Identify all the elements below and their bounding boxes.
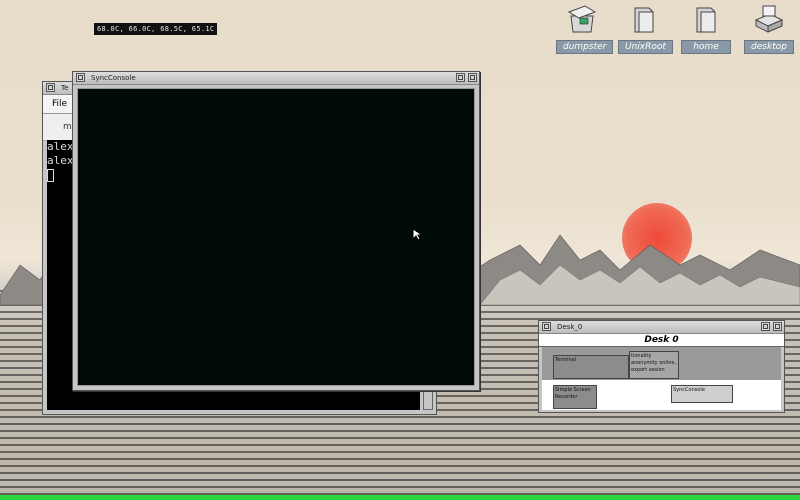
window-menu-button[interactable] [46,83,55,92]
temperature-readout: 68.0C, 66.0C, 68.5C, 65.1C [94,23,218,35]
window-menu-button[interactable] [76,73,85,82]
terminal-title: Te [61,84,69,92]
desktop-icon-label: home [681,40,731,54]
maximize-button[interactable] [773,322,782,331]
taskbar-strip [0,495,800,500]
syncconsole-titlebar[interactable]: SyncConsole [73,72,479,85]
desk-name: Desk 0 [539,334,784,347]
terminal-scrollbar[interactable] [423,390,433,410]
folder-icon [696,7,716,33]
window-menu-button[interactable] [542,322,551,331]
desktop-icon-label: UnixRoot [618,40,673,54]
desk-pager[interactable]: Desk_0 Desk 0 Terminal tionality anonymi… [538,320,785,413]
menu-file[interactable]: File [52,99,67,109]
desktop-icon [754,5,784,33]
minimize-button[interactable] [761,322,770,331]
minimize-button[interactable] [456,73,465,82]
desktop-icon-home[interactable]: home [680,4,732,54]
desktop-icon-unixroot[interactable]: UnixRoot [618,4,673,54]
terminal-cursor [47,168,54,182]
pager-window-browser[interactable]: tionality anonymity online, export sesio… [629,351,679,379]
maximize-button[interactable] [468,73,477,82]
pager-window-recorder[interactable]: Simple Screen Recorder [553,385,597,409]
folder-icon [634,7,654,33]
pager-title: Desk_0 [557,323,583,331]
pager-window-syncconsole[interactable]: SyncConsole [671,385,733,403]
desktop-icon-label: desktop [744,40,794,54]
pager-titlebar[interactable]: Desk_0 [539,321,784,334]
mouse-pointer-icon [412,228,424,241]
desktop-icon-dumpster[interactable]: dumpster [556,4,614,54]
syncconsole-title: SyncConsole [91,74,136,82]
desktop-icon-label: dumpster [556,40,614,54]
dumpster-icon [567,5,597,33]
desktop-icon-desktop[interactable]: desktop [743,4,795,54]
pager-window-terminal[interactable]: Terminal [553,355,629,379]
